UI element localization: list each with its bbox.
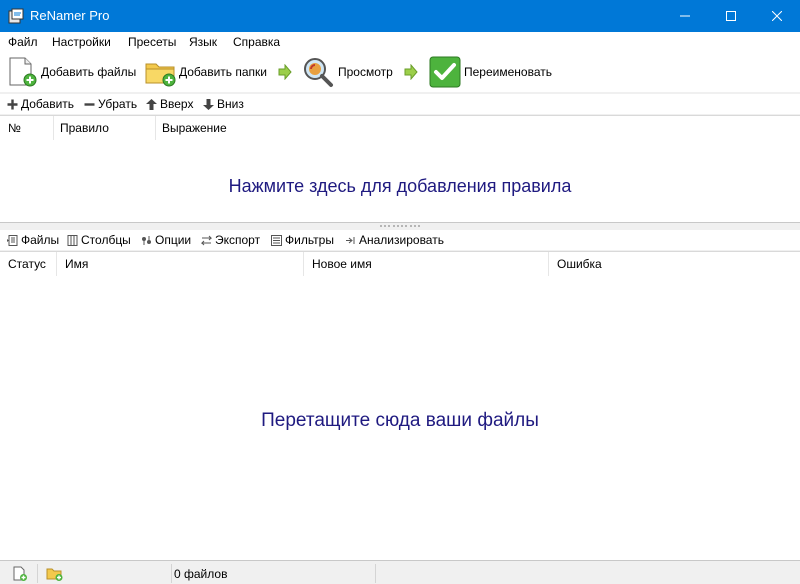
menu-help[interactable]: Справка	[233, 35, 280, 49]
columns-icon	[67, 234, 78, 246]
column-header-name[interactable]: Имя	[57, 252, 304, 276]
move-down-button[interactable]: Вниз	[203, 96, 244, 112]
column-header-error[interactable]: Ошибка	[549, 252, 800, 276]
move-up-label: Вверх	[160, 97, 194, 111]
filters-menu-label: Фильтры	[285, 233, 334, 247]
add-folder-small-icon[interactable]	[46, 566, 64, 582]
magnifier-icon	[304, 58, 333, 87]
add-rule-button[interactable]: Добавить	[7, 96, 74, 112]
column-header-new-name[interactable]: Новое имя	[304, 252, 549, 276]
rules-list[interactable]: № Правило Выражение Нажмите здесь для до…	[0, 115, 800, 223]
add-files-label: Добавить файлы	[41, 65, 137, 79]
filter-icon	[271, 234, 282, 246]
arrow-right-icon	[278, 64, 292, 80]
arrow-right-icon	[404, 64, 418, 80]
export-icon	[201, 235, 212, 245]
main-toolbar: Добавить файлы Добавить папки Просмотр П…	[0, 52, 800, 92]
move-down-label: Вниз	[217, 97, 244, 111]
minimize-button[interactable]	[662, 0, 708, 32]
preview-button[interactable]: Просмотр	[302, 54, 393, 90]
add-file-small-icon[interactable]	[12, 566, 28, 582]
add-folders-button[interactable]: Добавить папки	[144, 54, 267, 90]
rename-label: Переименовать	[464, 65, 552, 79]
arrow-down-icon	[203, 98, 214, 110]
close-button[interactable]	[754, 0, 800, 32]
analyze-label: Анализировать	[359, 233, 444, 247]
files-icon	[7, 234, 18, 246]
minimize-icon	[680, 15, 690, 17]
export-menu-button[interactable]: Экспорт	[201, 232, 260, 248]
add-folders-label: Добавить папки	[179, 65, 267, 79]
menu-file[interactable]: Файл	[8, 35, 38, 49]
minus-icon	[84, 102, 95, 106]
columns-menu-label: Столбцы	[81, 233, 131, 247]
title-bar: ReNamer Pro	[0, 0, 800, 32]
menu-presets[interactable]: Пресеты	[128, 35, 176, 49]
remove-rule-label: Убрать	[98, 97, 138, 111]
add-file-icon	[9, 57, 37, 87]
options-menu-button[interactable]: Опции	[141, 232, 191, 248]
menu-settings[interactable]: Настройки	[52, 35, 111, 49]
options-icon	[142, 235, 151, 245]
column-header-expression[interactable]: Выражение	[156, 116, 800, 140]
maximize-button[interactable]	[708, 0, 754, 32]
files-menu-button[interactable]: Файлы	[7, 232, 59, 248]
column-header-number[interactable]: №	[0, 116, 54, 140]
filters-menu-button[interactable]: Фильтры	[271, 232, 334, 248]
add-folder-icon	[145, 63, 176, 87]
file-count: 0 файлов	[174, 567, 228, 581]
checkmark-icon	[429, 56, 461, 88]
export-menu-label: Экспорт	[215, 233, 261, 247]
app-icon	[8, 8, 24, 24]
add-rule-label: Добавить	[21, 97, 75, 111]
analyze-icon	[346, 236, 355, 244]
files-menu-label: Файлы	[21, 233, 60, 247]
analyze-button[interactable]: Анализировать	[345, 232, 444, 248]
panel-splitter[interactable]	[380, 225, 420, 229]
column-header-status[interactable]: Статус	[0, 252, 57, 276]
close-icon	[772, 11, 782, 21]
files-toolbar: Файлы Столбцы Опции Экспорт Фильтры Анал…	[0, 230, 800, 250]
columns-menu-button[interactable]: Столбцы	[67, 232, 131, 248]
plus-icon	[7, 99, 18, 109]
remove-rule-button[interactable]: Убрать	[84, 96, 137, 112]
drop-files-hint: Перетащите сюда ваши файлы	[261, 410, 539, 431]
options-menu-label: Опции	[155, 233, 192, 247]
add-rule-hint[interactable]: Нажмите здесь для добавления правила	[0, 176, 800, 197]
preview-label: Просмотр	[338, 65, 393, 79]
files-list[interactable]: Статус Имя Новое имя Ошибка Перетащите с…	[0, 251, 800, 561]
menu-bar: Файл Настройки Пресеты Язык Справка	[0, 32, 800, 52]
rename-button[interactable]: Переименовать	[429, 54, 552, 90]
window-title: ReNamer Pro	[30, 8, 110, 23]
arrow-up-icon	[146, 98, 157, 110]
rules-toolbar: Добавить Убрать Вверх Вниз	[0, 94, 800, 114]
menu-language[interactable]: Язык	[189, 35, 217, 49]
status-bar: 0 файлов	[0, 563, 800, 584]
maximize-icon	[726, 11, 736, 21]
column-header-rule[interactable]: Правило	[54, 116, 156, 140]
add-files-button[interactable]: Добавить файлы	[6, 54, 136, 90]
move-up-button[interactable]: Вверх	[146, 96, 193, 112]
